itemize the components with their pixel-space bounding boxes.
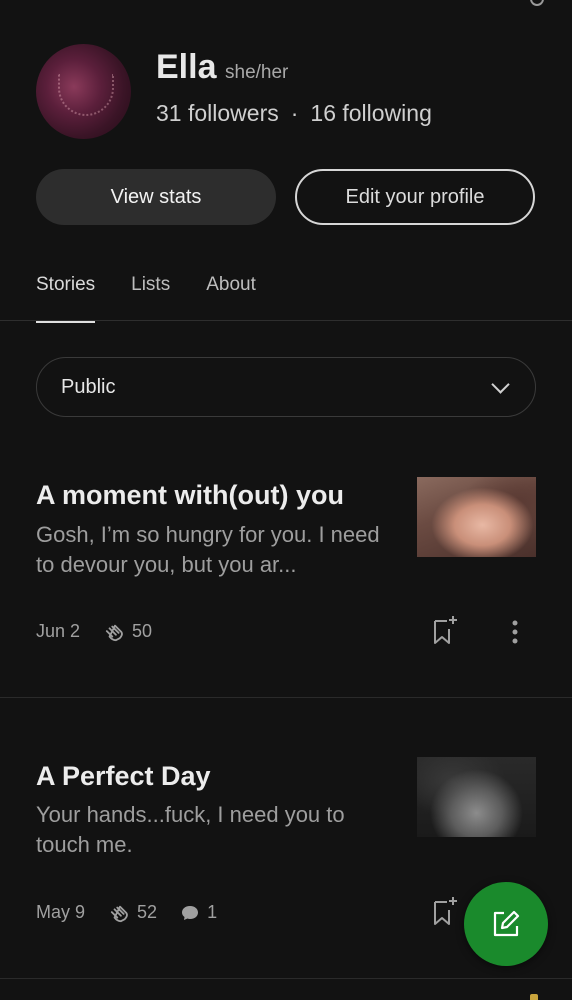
story-thumbnail[interactable] [417,757,536,837]
response-icon [182,905,199,920]
story-excerpt: Gosh, I’m so hungry for you. I need to d… [36,522,380,577]
tab-about[interactable]: About [206,274,256,320]
avatar[interactable] [36,44,131,139]
clap-count: 50 [132,621,153,641]
next-item-peek [530,994,538,1000]
follow-stats: 31 followers · 16 following [156,100,432,127]
tab-divider [0,320,572,321]
story-excerpt: Your hands...fuck, I need you to touch m… [36,802,345,857]
following-link[interactable]: 16 following [310,100,431,127]
write-story-button[interactable] [464,882,548,966]
clap-icon [110,905,128,922]
profile-pronouns: she/her [225,62,289,83]
followers-link[interactable]: 31 followers [156,100,279,127]
response-count: 1 [207,902,218,922]
more-options-icon[interactable] [508,619,522,645]
tab-lists[interactable]: Lists [131,274,170,320]
notification-icon[interactable] [530,0,544,6]
story-title[interactable]: A Perfect Day [36,761,211,792]
profile-tabs: Stories Lists About [36,274,256,323]
visibility-select[interactable]: Public [36,357,536,417]
bookmark-add-icon[interactable] [432,896,460,926]
visibility-select-value: Public [61,375,116,398]
story-meta: Jun 2 50 [36,621,152,642]
story-date: Jun 2 [36,621,81,641]
edit-icon [493,910,520,937]
story-title[interactable]: A moment with(out) you [36,480,344,511]
card-divider [0,697,572,698]
view-stats-button[interactable]: View stats [36,169,276,225]
story-meta: May 9 52 1 [36,902,217,923]
clap-count: 52 [137,902,158,922]
story-thumbnail[interactable] [417,477,536,557]
separator-dot: · [290,100,299,126]
story-date: May 9 [36,902,86,922]
edit-profile-button[interactable]: Edit your profile [295,169,535,225]
clap-icon [105,624,123,641]
profile-name: Ella [156,48,217,86]
chevron-down-icon [491,374,510,394]
card-divider [0,978,572,979]
tab-stories[interactable]: Stories [36,274,96,323]
bookmark-add-icon[interactable] [432,615,460,645]
